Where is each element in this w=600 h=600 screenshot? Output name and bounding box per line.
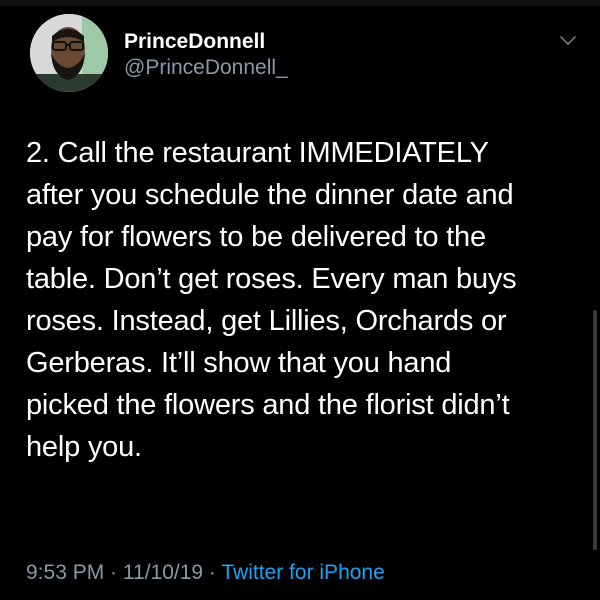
- meta-separator: ·: [203, 561, 222, 584]
- scrollbar[interactable]: [593, 310, 597, 550]
- tweet-text-line: picked the flowers and the florist didn’…: [26, 389, 510, 421]
- tweet-text-line: roses. Instead, get Lillies, Orchards or: [26, 305, 507, 337]
- chevron-down-icon[interactable]: [556, 28, 580, 52]
- tweet-meta: 9:53 PM · 11/10/19 · Twitter for iPhone: [26, 560, 385, 586]
- tweet-date[interactable]: 11/10/19: [123, 561, 203, 584]
- user-handle[interactable]: @PrinceDonnell_: [124, 56, 288, 80]
- tweet-text-line: table. Don’t get roses. Every man buys: [26, 263, 517, 295]
- avatar-image: [30, 14, 108, 92]
- display-name[interactable]: PrinceDonnell: [124, 30, 265, 54]
- tweet-text-line: 2. Call the restaurant IMMEDIATELY: [26, 137, 489, 169]
- top-divider: [0, 0, 600, 6]
- tweet-source-link[interactable]: Twitter for iPhone: [221, 561, 384, 584]
- avatar[interactable]: [30, 14, 108, 92]
- tweet-text-line: Gerberas. It’ll show that you hand: [26, 347, 452, 379]
- tweet-card: PrinceDonnell @PrinceDonnell_ 2. Call th…: [0, 0, 600, 600]
- tweet-text-line: pay for flowers to be delivered to the: [26, 221, 486, 253]
- tweet-text-line: after you schedule the dinner date and: [26, 179, 514, 211]
- tweet-text: 2. Call the restaurant IMMEDIATELY after…: [26, 132, 586, 468]
- meta-separator: ·: [104, 561, 123, 584]
- tweet-text-line: help you.: [26, 431, 142, 463]
- tweet-time[interactable]: 9:53 PM: [26, 561, 104, 584]
